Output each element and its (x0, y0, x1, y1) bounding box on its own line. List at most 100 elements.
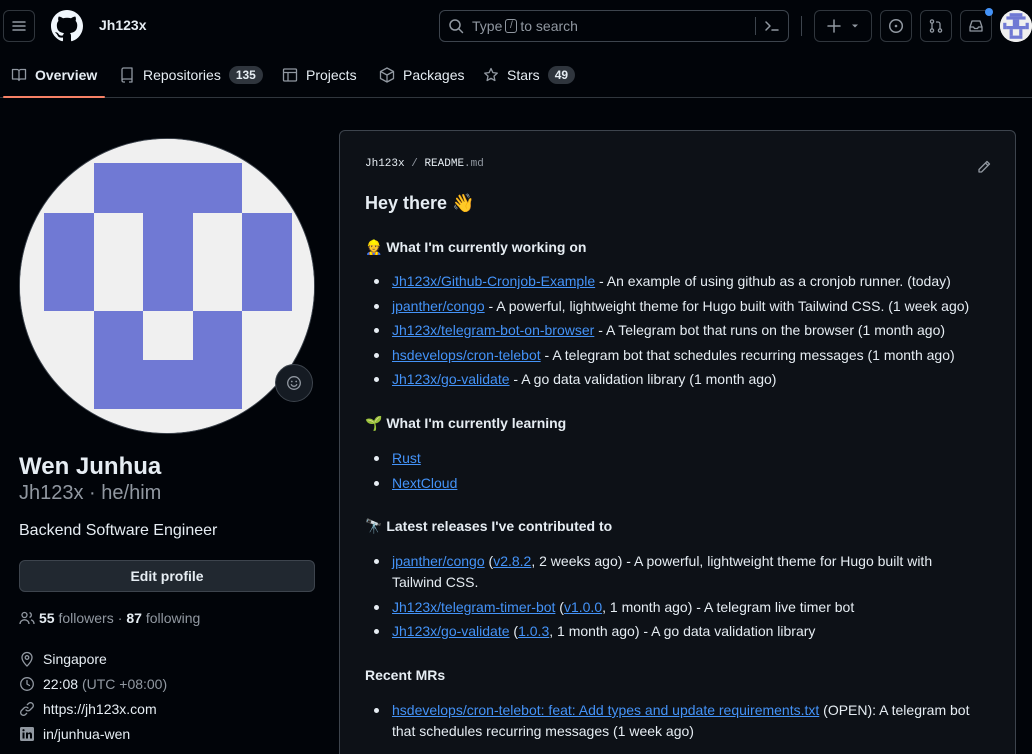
followers-count: 55 (39, 610, 55, 626)
followers-link[interactable]: 55 followers (39, 610, 114, 626)
profile-avatar[interactable] (19, 138, 315, 434)
releases-heading: 🔭 Latest releases I've contributed to (365, 518, 613, 534)
item-description: , 1 month ago) - A telegram live timer b… (602, 598, 855, 615)
list-item: NextCloud (374, 473, 992, 494)
search-input[interactable]: Type / to search (439, 10, 789, 42)
list-item: Jh123x/telegram-timer-bot (v1.0.0, 1 mon… (374, 597, 982, 618)
issues-button[interactable] (880, 10, 912, 42)
repo-link[interactable]: Jh123x/telegram-timer-bot (392, 599, 555, 615)
clock-icon (20, 677, 34, 691)
following-count: 87 (126, 610, 142, 626)
list-item: Jh123x/telegram-bot-on-browser - A Teleg… (374, 320, 992, 341)
list-item: Jh123x/go-validate - A go data validatio… (374, 369, 992, 390)
readme-owner[interactable]: Jh123x (365, 158, 405, 170)
hamburger-icon (12, 21, 26, 31)
tab-repositories[interactable]: Repositories 135 (119, 52, 263, 97)
item-description: - A Telegram bot that runs on the browse… (594, 322, 946, 338)
menu-button[interactable] (3, 10, 35, 42)
follow-stats: 55 followers · 87 following (19, 610, 200, 626)
following-link[interactable]: 87 following (126, 610, 200, 626)
release-link[interactable]: 1.0.3 (518, 623, 549, 639)
set-status-button[interactable] (275, 364, 313, 402)
location-text: Singapore (43, 651, 107, 667)
command-palette-icon[interactable] (764, 18, 780, 34)
mrs-heading: Recent MRs (365, 667, 446, 683)
create-new-button[interactable] (814, 10, 872, 42)
tab-packages-label: Packages (403, 66, 465, 83)
working-list: Jh123x/Github-Cronjob-Example - An examp… (374, 271, 992, 394)
repo-icon (121, 66, 133, 83)
context-owner-link[interactable]: Jh123x (99, 17, 146, 33)
profile-bio: Backend Software Engineer (19, 522, 218, 539)
learning-link[interactable]: NextCloud (392, 475, 457, 491)
readme-path-separator: / (411, 158, 418, 170)
tab-stars-label: Stars (507, 66, 540, 83)
repo-link[interactable]: jpanther/congo (392, 553, 485, 569)
readme-title: Hey there 👋 (365, 193, 475, 213)
table-icon (282, 67, 298, 82)
repo-link[interactable]: Jh123x/telegram-bot-on-browser (392, 322, 594, 338)
release-link[interactable]: v2.8.2 (493, 553, 531, 569)
list-item: Rust (374, 448, 992, 469)
profile-name: Wen Junhua (19, 453, 162, 480)
profile-local-time: 22:08 (UTC +08:00) (19, 676, 167, 692)
website-link[interactable]: https://jh123x.com (43, 701, 157, 717)
list-item: hsdevelops/cron-telebot - A telegram bot… (374, 345, 992, 366)
search-divider (755, 17, 756, 35)
tab-stars[interactable]: Stars 49 (483, 52, 576, 97)
smiley-icon (287, 376, 301, 390)
repo-link[interactable]: Jh123x/go-validate (392, 371, 510, 387)
tab-overview[interactable]: Overview (2, 52, 106, 98)
tab-overview-label: Overview (35, 66, 98, 83)
github-logo-icon[interactable] (51, 10, 83, 42)
mr-link[interactable]: hsdevelops/cron-telebot: feat: Add types… (392, 702, 819, 718)
readme-filename[interactable]: README (424, 158, 464, 170)
following-label: following (145, 610, 201, 626)
notification-indicator (985, 8, 993, 16)
item-description: - An example of using github as a cronjo… (595, 273, 951, 289)
search-shortcut-key: / (505, 19, 518, 33)
repo-link[interactable]: jpanther/congo (392, 298, 485, 314)
learning-heading: 🌱 What I'm currently learning (365, 415, 567, 431)
learning-link[interactable]: Rust (392, 450, 421, 466)
header-divider (801, 16, 802, 36)
star-icon (484, 67, 498, 81)
readme-path: Jh123x / README.md (365, 158, 484, 170)
list-item: jpanther/congo (v2.8.2, 2 weeks ago) - A… (374, 551, 982, 593)
repo-link[interactable]: hsdevelops/cron-telebot (392, 347, 541, 363)
working-heading: 👷 What I'm currently working on (365, 239, 587, 255)
edit-profile-button[interactable]: Edit profile (19, 560, 315, 592)
profile-linkedin[interactable]: in/junhua-wen (19, 726, 130, 742)
repositories-count-badge: 135 (228, 65, 263, 84)
mrs-list: hsdevelops/cron-telebot: feat: Add types… (374, 700, 982, 746)
list-item: jpanther/congo - A powerful, lightweight… (374, 296, 992, 317)
book-icon (11, 68, 27, 81)
repo-link[interactable]: Jh123x/go-validate (392, 623, 510, 639)
item-description: - A telegram bot that schedules recurrin… (540, 346, 955, 363)
tab-packages[interactable]: Packages (379, 52, 464, 97)
triangle-down-icon (852, 24, 858, 28)
item-description: , 1 month ago) - A go data validation li… (549, 623, 816, 639)
pull-requests-button[interactable] (920, 10, 952, 42)
profile-login: Jh123x · he/him (19, 482, 162, 504)
profile-readme: Jh123x / README.md Hey there 👋 👷 What I'… (339, 130, 1016, 754)
profile-tabs: Overview Repositories 135 Projects Packa… (0, 52, 1032, 98)
timezone-text: (UTC +08:00) (81, 676, 168, 692)
tab-projects[interactable]: Projects (282, 52, 357, 97)
linkedin-link[interactable]: in/junhua-wen (43, 726, 130, 742)
release-link[interactable]: v1.0.0 (564, 599, 602, 615)
edit-readme-button[interactable] (976, 159, 992, 175)
linkedin-icon (20, 727, 34, 741)
user-avatar-menu[interactable] (1000, 10, 1032, 42)
top-bar: Jh123x Type / to search (0, 0, 1032, 52)
item-description: - A go data validation library (1 month … (509, 371, 777, 387)
repo-link[interactable]: Jh123x/Github-Cronjob-Example (392, 273, 595, 289)
tab-repositories-label: Repositories (143, 66, 221, 83)
pencil-icon (978, 160, 991, 173)
followers-label: followers (58, 610, 114, 626)
profile-website[interactable]: https://jh123x.com (19, 701, 157, 717)
search-suffix: to search (520, 18, 578, 34)
releases-list: jpanther/congo (v2.8.2, 2 weeks ago) - A… (374, 551, 982, 646)
learning-list: Rust NextCloud (374, 448, 992, 497)
stars-count-badge: 49 (547, 65, 576, 84)
